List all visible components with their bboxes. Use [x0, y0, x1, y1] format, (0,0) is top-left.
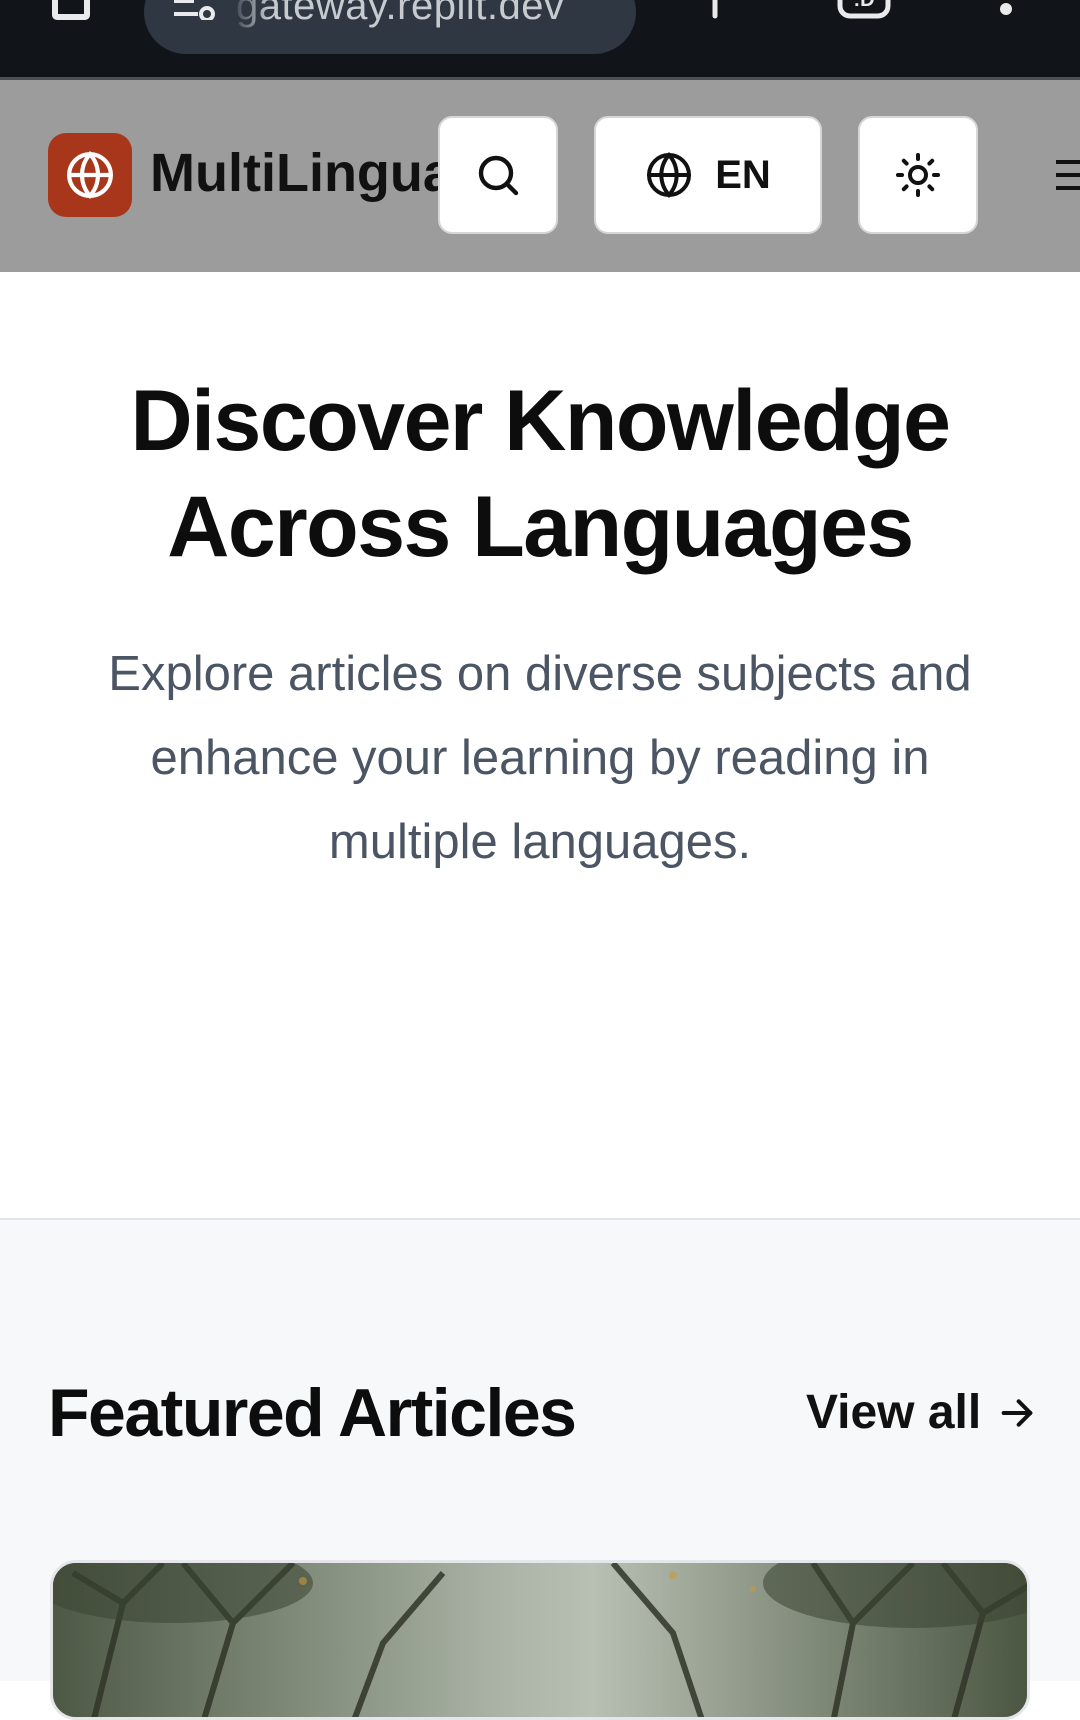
featured-section: Featured Articles View all: [0, 1220, 1080, 1720]
share-icon[interactable]: [700, 0, 730, 20]
svg-text::D: :D: [853, 0, 874, 11]
article-image: [53, 1563, 1027, 1717]
url-fade: [230, 0, 270, 54]
brand-name[interactable]: MultiLingua: [150, 142, 438, 204]
arrow-right-icon: [1001, 1398, 1033, 1427]
theme-toggle-button[interactable]: [858, 116, 978, 234]
sun-icon: [896, 153, 940, 197]
search-icon: [478, 155, 519, 196]
view-all-link[interactable]: View all: [806, 1385, 1037, 1440]
search-button[interactable]: [438, 116, 558, 234]
logo[interactable]: [48, 133, 132, 217]
featured-article-card[interactable]: [50, 1560, 1030, 1720]
language-selector-button[interactable]: EN: [594, 116, 822, 234]
globe-icon: [67, 151, 113, 199]
hero-section: Discover Knowledge Across Languages Expl…: [0, 272, 1080, 1220]
view-all-label: View all: [806, 1386, 982, 1439]
browser-toolbar: gateway.replit.dev :D: [0, 0, 1080, 80]
tab-count-icon[interactable]: :D: [836, 0, 892, 22]
url-text: gateway.replit.dev: [236, 0, 565, 28]
hero-subtitle: Explore articles on diverse subjects and…: [108, 647, 972, 869]
app-header: MultiLingua EN: [0, 80, 1080, 273]
language-code: EN: [715, 152, 771, 197]
globe-icon: [647, 151, 692, 199]
tab-switcher-icon[interactable]: [52, 0, 90, 20]
hero-title: Discover Knowledge Across Languages: [130, 373, 951, 575]
more-options-icon[interactable]: [996, 0, 1016, 20]
site-settings-icon[interactable]: [172, 0, 216, 20]
address-bar[interactable]: gateway.replit.dev: [144, 0, 636, 54]
menu-icon[interactable]: [1056, 158, 1080, 192]
section-title: Featured Articles: [48, 1375, 577, 1451]
